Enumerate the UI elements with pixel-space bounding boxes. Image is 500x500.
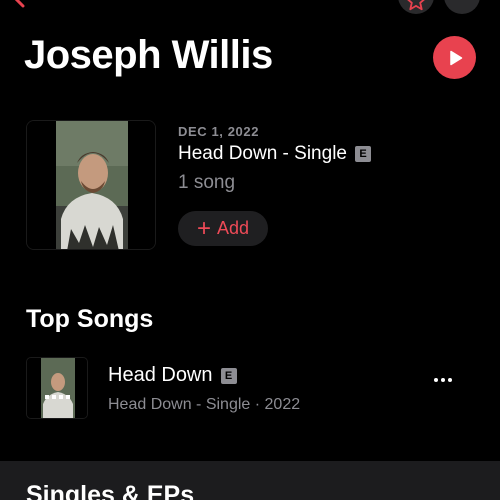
release-title-row[interactable]: Head Down - Single E bbox=[178, 143, 371, 165]
ellipsis-dot bbox=[448, 378, 452, 382]
song-more-button[interactable] bbox=[434, 378, 452, 382]
song-thumbnail bbox=[27, 358, 87, 418]
release-song-count: 1 song bbox=[178, 172, 236, 193]
artist-name: Joseph Willis bbox=[24, 33, 273, 77]
plus-icon: + bbox=[196, 214, 211, 242]
favorite-button[interactable] bbox=[398, 0, 434, 14]
ellipsis-icon bbox=[434, 378, 438, 382]
explicit-badge: E bbox=[220, 367, 237, 384]
song-title-row[interactable]: Head Down E bbox=[108, 364, 237, 387]
add-button-label: Add bbox=[216, 218, 250, 238]
chevron-left-icon bbox=[14, 0, 25, 8]
star-icon bbox=[407, 0, 425, 11]
song-title[interactable]: Head Down bbox=[108, 364, 213, 387]
play-icon bbox=[449, 50, 462, 65]
release-date: DEC 1, 2022 bbox=[178, 124, 260, 139]
ellipsis-dot bbox=[441, 378, 445, 382]
play-button[interactable] bbox=[433, 36, 476, 79]
release-title[interactable]: Head Down - Single bbox=[178, 143, 347, 165]
top-songs-heading[interactable]: Top Songs bbox=[26, 305, 153, 334]
singles-heading[interactable]: Singles & EPs bbox=[26, 481, 194, 500]
more-options-button[interactable] bbox=[444, 0, 480, 14]
artist-photo bbox=[27, 121, 155, 249]
release-artwork[interactable] bbox=[26, 120, 156, 250]
explicit-badge: E bbox=[354, 146, 371, 162]
song-artwork[interactable] bbox=[26, 357, 88, 419]
add-button[interactable]: + Add bbox=[178, 211, 268, 246]
song-subtitle: Head Down - Single · 2022 bbox=[108, 396, 301, 413]
back-button[interactable] bbox=[8, 0, 30, 8]
